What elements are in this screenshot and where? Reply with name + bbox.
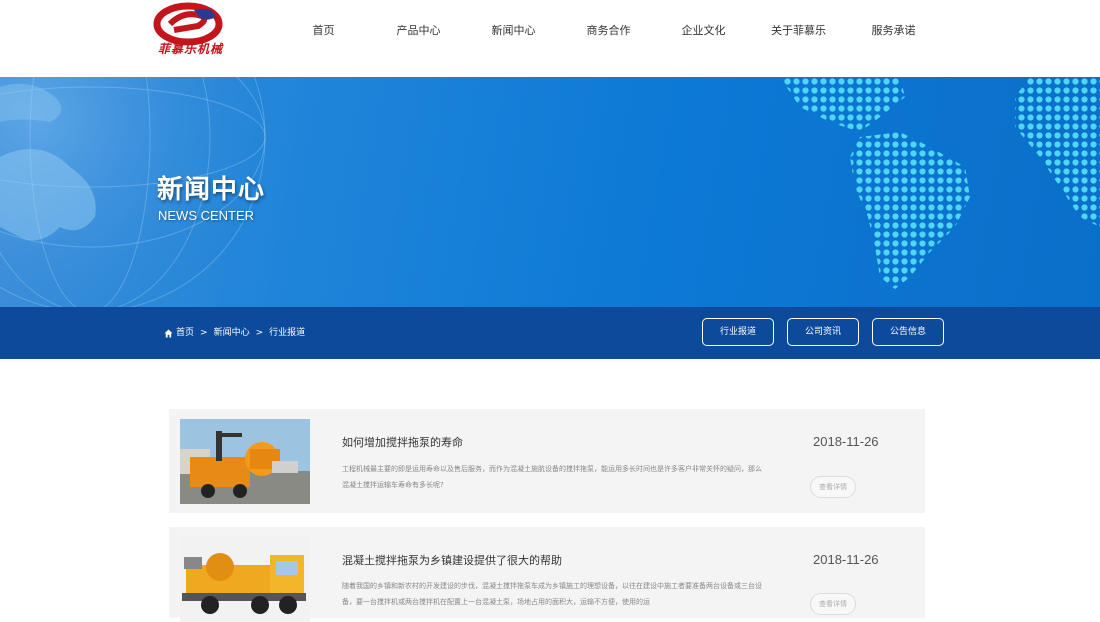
news-item[interactable]: 如何增加搅拌拖泵的寿命 工程机械最主要的即是运用寿命以及售后服务，而作为混凝土施… xyxy=(169,409,925,513)
news-date: 2018-11-26 xyxy=(813,434,879,449)
home-icon xyxy=(164,328,173,338)
breadcrumb-current: 行业报道 xyxy=(269,328,306,338)
nav-item-news[interactable]: 新闻中心 xyxy=(466,0,561,62)
nav-item-home[interactable]: 首页 xyxy=(276,0,371,62)
site-header: 菲慕乐机械 首页 产品中心 新闻中心 商务合作 企业文化 关于菲慕乐 服务承诺 xyxy=(0,0,1100,77)
logo-text: 菲慕乐机械 xyxy=(158,42,224,56)
nav-item-culture[interactable]: 企业文化 xyxy=(656,0,751,62)
nav-item-products[interactable]: 产品中心 xyxy=(371,0,466,62)
news-banner: 新闻中心 NEWS CENTER xyxy=(0,77,1100,307)
category-industry-button[interactable]: 行业报道 xyxy=(702,318,774,346)
breadcrumb-separator: > xyxy=(255,328,264,338)
main-nav: 首页 产品中心 新闻中心 商务合作 企业文化 关于菲慕乐 服务承诺 xyxy=(276,0,941,62)
breadcrumb: 首页 > 新闻中心 > 行业报道 xyxy=(164,307,305,359)
category-company-button[interactable]: 公司资讯 xyxy=(787,318,859,346)
breadcrumb-news[interactable]: 新闻中心 xyxy=(214,307,250,359)
banner-title: 新闻中心 xyxy=(157,175,266,205)
news-title[interactable]: 如何增加搅拌拖泵的寿命 xyxy=(342,434,463,450)
news-date: 2018-11-26 xyxy=(813,552,879,567)
breadcrumb-separator: > xyxy=(200,328,208,338)
breadcrumb-home[interactable]: 首页 xyxy=(176,307,194,359)
view-detail-button[interactable]: 查看详情 xyxy=(810,476,856,498)
view-detail-button[interactable]: 查看详情 xyxy=(810,593,856,615)
news-title[interactable]: 混凝土搅拌拖泵为乡镇建设提供了很大的帮助 xyxy=(342,552,562,568)
nav-item-business[interactable]: 商务合作 xyxy=(561,0,656,62)
news-description: 随着我国的乡镇和新农村的开发建设的步伐，混凝土搅拌拖泵车成为乡镇施工的理想设备，… xyxy=(342,582,762,606)
news-item[interactable]: 混凝土搅拌拖泵为乡镇建设提供了很大的帮助 随着我国的乡镇和新农村的开发建设的步伐… xyxy=(169,527,925,622)
banner-subtitle: NEWS CENTER xyxy=(158,208,255,223)
news-thumbnail[interactable] xyxy=(180,537,310,622)
category-notice-button[interactable]: 公告信息 xyxy=(872,318,944,346)
news-thumbnail[interactable] xyxy=(180,419,310,504)
nav-item-service[interactable]: 服务承诺 xyxy=(846,0,941,62)
news-description: 工程机械最主要的即是运用寿命以及售后服务，而作为混凝土施肮设备的搅拌拖泵，能运用… xyxy=(342,465,762,489)
nav-item-about[interactable]: 关于菲慕乐 xyxy=(751,0,846,62)
